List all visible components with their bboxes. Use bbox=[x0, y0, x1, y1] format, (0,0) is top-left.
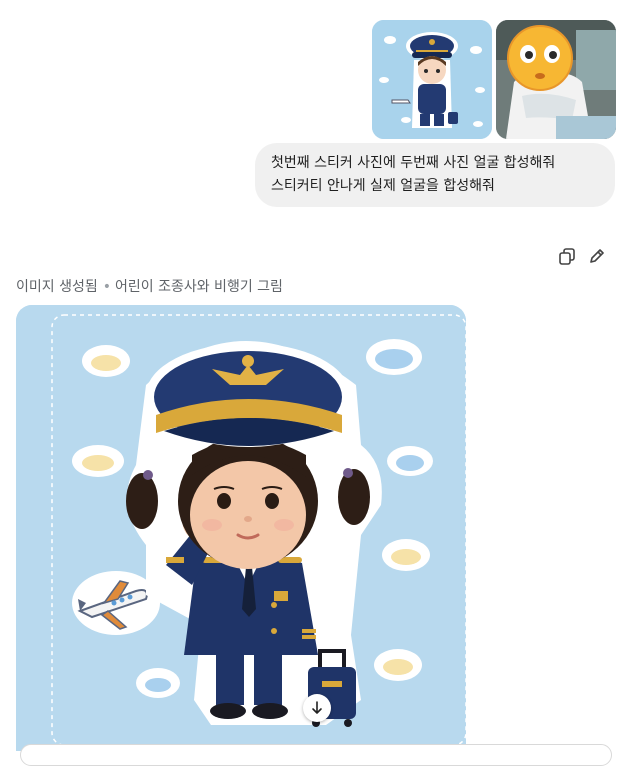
download-button[interactable] bbox=[303, 694, 331, 722]
user-message-bubble: 첫번째 스티커 사진에 두번째 사진 얼굴 합성해줘 스티커티 안나게 실제 얼… bbox=[255, 143, 615, 207]
image-title: 어린이 조종사와 비행기 그림 bbox=[115, 279, 283, 295]
user-message-line-1: 첫번째 스티커 사진에 두번째 사진 얼굴 합성해줘 bbox=[271, 155, 556, 171]
generated-image-label: 이미지 생성됨 • 어린이 조종사와 비행기 그림 bbox=[16, 276, 283, 296]
generated-image[interactable] bbox=[16, 305, 466, 751]
attachments-row bbox=[372, 20, 616, 139]
copy-icon[interactable] bbox=[557, 246, 577, 266]
pilot-sticker-thumbnail-icon bbox=[372, 20, 492, 139]
download-arrow-icon bbox=[312, 701, 322, 714]
chat-input-box[interactable] bbox=[20, 744, 612, 766]
attachment-sticker-image[interactable] bbox=[372, 20, 492, 139]
attachment-face-photo[interactable] bbox=[496, 20, 616, 139]
image-status-label: 이미지 생성됨 bbox=[16, 279, 98, 295]
child-pilot-sticker-icon bbox=[16, 305, 466, 751]
photo-with-emoji-face-icon bbox=[496, 20, 616, 139]
edit-pencil-icon[interactable] bbox=[587, 246, 607, 266]
user-message-line-2: 스티커티 안나게 실제 얼굴을 합성해줘 bbox=[271, 178, 495, 194]
label-separator: • bbox=[102, 279, 111, 295]
